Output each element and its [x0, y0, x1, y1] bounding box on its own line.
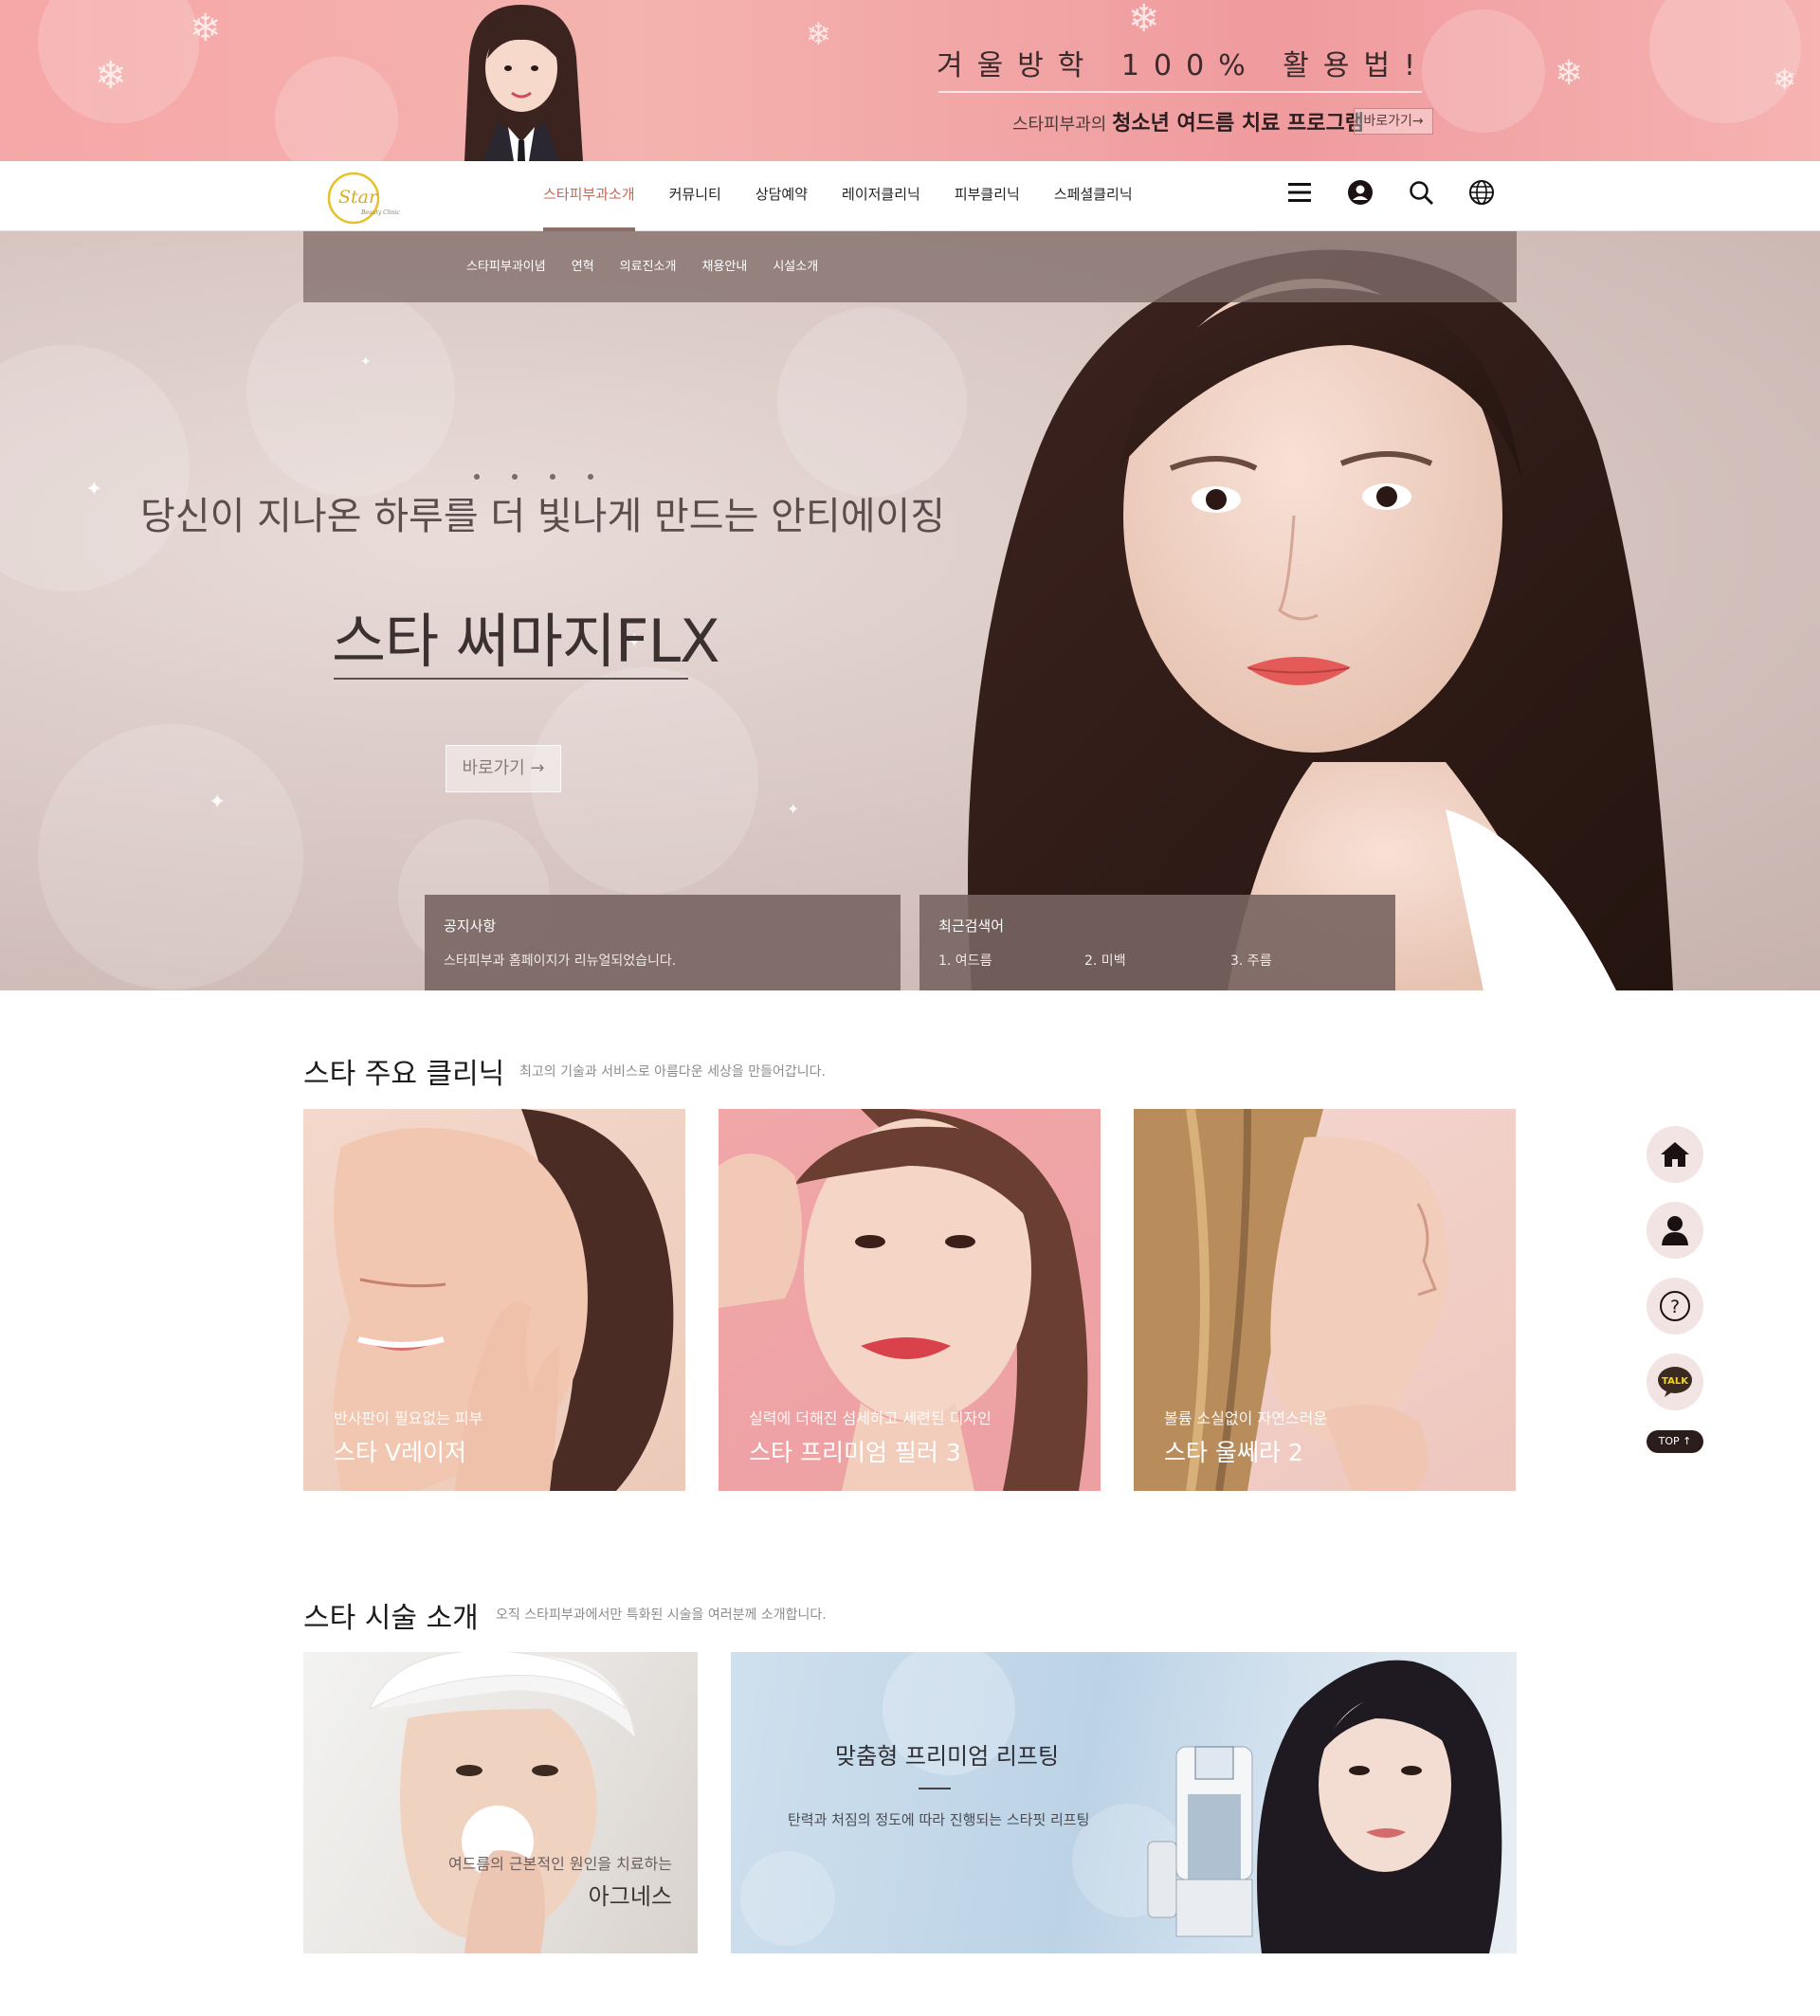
svg-text:?: ? [1670, 1297, 1680, 1317]
intro-card-sub: 여드름의 근본적인 원인을 치료하는 [447, 1855, 672, 1873]
search-icon[interactable] [1407, 178, 1435, 207]
clinic-card-ulthera[interactable]: 볼륨 소실없이 자연스러운 스타 울쎄라 2 [1134, 1109, 1516, 1491]
intro-card-agnes[interactable]: 여드름의 근본적인 원인을 치료하는 아그네스 [303, 1652, 698, 1953]
hero-go-button[interactable]: 바로가기 → [446, 745, 561, 792]
clinic-card-name: 스타 V레이저 [334, 1439, 467, 1466]
recent-keyword[interactable]: 3. 주름 [1230, 951, 1376, 970]
quick-home-button[interactable] [1647, 1126, 1703, 1183]
recent-search-panel: 최근검색어 1. 여드름 2. 미백 3. 주름 [919, 895, 1395, 990]
global-nav: Star Beauty Clinic 스타피부과소개 커뮤니티 상담예약 레이저… [0, 161, 1820, 231]
promo-banner: ❄ ❄ ❄ ❄ ❄ ❄ 겨울방학 100% 활용법! 스타피부과의 청소년 여드… [0, 0, 1820, 161]
user-icon[interactable] [1346, 178, 1374, 207]
clinic-card-caption: 실력에 더해진 섬세하고 세련된 디자인 스타 프리미엄 필러 3 [749, 1406, 992, 1468]
intro-card-title: 맞춤형 프리미엄 리프팅 [835, 1743, 1060, 1770]
submenu-item-history[interactable]: 연혁 [572, 231, 594, 302]
intro-card-premium-lifting[interactable]: 맞춤형 프리미엄 리프팅 탄력과 처짐의 정도에 따라 진행되는 스타핏 리프팅 [731, 1652, 1517, 1953]
hero-title-underline [334, 678, 688, 680]
promo-sub-prefix: 스타피부과의 [1012, 115, 1113, 135]
submenu-item-facilities[interactable]: 시설소개 [773, 231, 818, 302]
intro-card-desc: 탄력과 처짐의 정도에 따라 진행되는 스타핏 리프팅 [788, 1811, 1090, 1828]
slider-dot[interactable] [512, 474, 518, 480]
menu-icon[interactable] [1285, 178, 1314, 207]
main-menu: 스타피부과소개 커뮤니티 상담예약 레이저클리닉 피부클리닉 스페셜클리닉 [526, 161, 1150, 231]
clinic-card-v-laser[interactable]: 반사판이 필요없는 피부 스타 V레이저 [303, 1109, 685, 1491]
hero-banner: ✦ ✦ ✦ ✦ ✦ 스타피부과이념 연혁 의료진소개 채용안내 시설소개 당신이… [0, 231, 1820, 990]
notice-title: 공지사항 [444, 917, 497, 935]
intro-section-desc: 오직 스타피부과에서만 특화된 시술을 여러분께 소개합니다. [496, 1607, 827, 1623]
header-utility-icons [1285, 178, 1496, 207]
submenu-item-doctors[interactable]: 의료진소개 [620, 231, 677, 302]
slider-dot[interactable] [474, 474, 480, 480]
logo[interactable]: Star Beauty Clinic [325, 169, 403, 227]
hero-copy: 당신이 지나온 하루를 더 빛나게 만드는 안티에이징 [140, 495, 946, 538]
recent-keyword[interactable]: 2. 미백 [1084, 951, 1230, 970]
intro-card-image [740, 1652, 1502, 1953]
promo-divider [938, 91, 1422, 93]
recent-search-title: 최근검색어 [938, 917, 1005, 935]
recent-keyword[interactable]: 1. 여드름 [938, 951, 1084, 970]
home-icon [1661, 1142, 1689, 1167]
hero-submenu: 스타피부과이념 연혁 의료진소개 채용안내 시설소개 [303, 231, 1517, 302]
intro-card-name: 아그네스 [588, 1883, 672, 1910]
clinic-card-name: 스타 프리미엄 필러 3 [749, 1439, 961, 1466]
clinic-card-caption: 반사판이 필요없는 피부 스타 V레이저 [334, 1406, 482, 1468]
nav-item-laser-clinic[interactable]: 레이저클리닉 [825, 161, 937, 231]
slider-dot[interactable] [588, 474, 593, 480]
hero-slider-dots [474, 474, 593, 480]
intro-card-divider [919, 1788, 951, 1789]
svg-text:TALK: TALK [1662, 1376, 1689, 1387]
clinic-card-sub: 실력에 더해진 섬세하고 세련된 디자인 [749, 1409, 992, 1427]
logo-text: Star [338, 187, 379, 208]
question-icon: ? [1660, 1291, 1690, 1321]
promo-sub-strong: 청소년 여드름 치료 프로그램 [1112, 112, 1364, 136]
quick-kakao-button[interactable]: TALK [1647, 1353, 1703, 1410]
submenu-item-philosophy[interactable]: 스타피부과이념 [466, 231, 546, 302]
nav-item-community[interactable]: 커뮤니티 [652, 161, 738, 231]
person-icon [1662, 1216, 1688, 1245]
logo-subtext: Beauty Clinic [360, 209, 400, 216]
globe-icon[interactable] [1467, 178, 1496, 207]
clinic-card-caption: 볼륨 소실없이 자연스러운 스타 울쎄라 2 [1164, 1406, 1327, 1468]
kakao-talk-icon: TALK [1658, 1367, 1692, 1397]
nav-item-about[interactable]: 스타피부과소개 [526, 161, 652, 231]
scroll-top-button[interactable]: TOP ↑ [1647, 1430, 1703, 1453]
notice-panel: 공지사항 스타피부과 홈페이지가 리뉴얼되었습니다. [425, 895, 901, 990]
slider-dot[interactable] [550, 474, 555, 480]
notice-link[interactable]: 스타피부과 홈페이지가 리뉴얼되었습니다. [444, 951, 882, 970]
quick-faq-button[interactable]: ? [1647, 1278, 1703, 1335]
clinic-card-sub: 반사판이 필요없는 피부 [334, 1409, 483, 1427]
nav-item-special-clinic[interactable]: 스페셜클리닉 [1037, 161, 1150, 231]
clinic-section-desc: 최고의 기술과 서비스로 아름다운 세상을 만들어갑니다. [519, 1064, 826, 1080]
clinic-section-title: 스타 주요 클리닉 [303, 1058, 505, 1091]
promo-model-image [464, 5, 583, 161]
hero-model-image [968, 249, 1673, 990]
promo-subtitle: 스타피부과의 청소년 여드름 치료 프로그램 [1012, 106, 1364, 136]
nav-item-skin-clinic[interactable]: 피부클리닉 [937, 161, 1037, 231]
hero-title: 스타 써마지FLX [332, 607, 720, 676]
quick-mypage-button[interactable] [1647, 1202, 1703, 1259]
promo-title: 겨울방학 100% 활용법! [937, 49, 1430, 82]
clinic-card-sub: 볼륨 소실없이 자연스러운 [1164, 1409, 1328, 1427]
clinic-card-name: 스타 울쎄라 2 [1164, 1439, 1303, 1466]
nav-item-reservation[interactable]: 상담예약 [738, 161, 825, 231]
clinic-card-premium-filler[interactable]: 실력에 더해진 섬세하고 세련된 디자인 스타 프리미엄 필러 3 [719, 1109, 1101, 1491]
intro-section-title: 스타 시술 소개 [303, 1602, 479, 1635]
submenu-item-recruit[interactable]: 채용안내 [701, 231, 747, 302]
promo-go-button[interactable]: 바로가기→ [1354, 108, 1433, 135]
